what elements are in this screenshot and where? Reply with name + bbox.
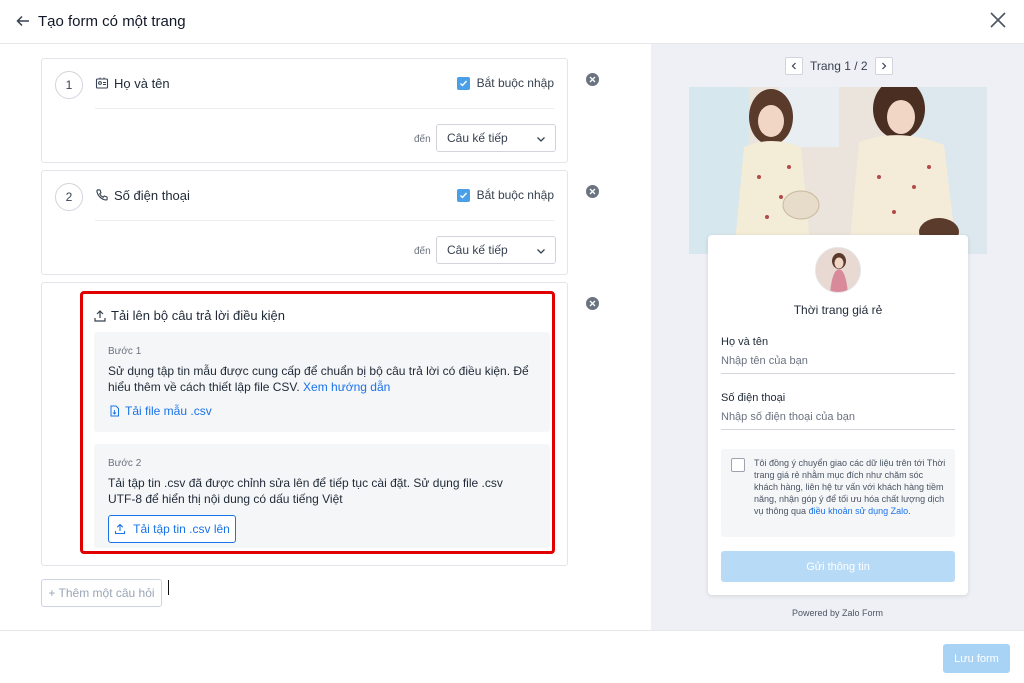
checkbox-checked[interactable] — [456, 76, 470, 90]
step-1-text: Sử dụng tập tin mẫu được cung cấp để chu… — [108, 364, 529, 394]
chevron-left-icon — [791, 62, 796, 70]
name-field[interactable]: Nhập tên của bạn — [721, 355, 955, 374]
field-label-name: Họ và tên — [721, 336, 769, 348]
close-icon — [589, 76, 596, 83]
goto-value: Câu kế tiếp — [447, 131, 508, 145]
upload-icon — [94, 310, 106, 322]
question-number: 1 — [55, 71, 83, 99]
goto-label: đến — [414, 246, 431, 257]
required-label: Bắt buộc nhập — [476, 76, 554, 90]
close-icon — [589, 188, 596, 195]
back-button[interactable] — [14, 12, 32, 30]
powered-by-label: Powered by Zalo Form — [791, 608, 884, 618]
preview-form-card: Thời trang giá rẻ Họ và tên Nhập tên của… — [708, 235, 968, 595]
remove-upload-button[interactable] — [586, 297, 599, 310]
file-icon — [110, 405, 119, 417]
save-form-button[interactable]: Lưu form — [943, 644, 1010, 673]
step-2-panel: Bước 2 Tải tập tin .csv đã được chỉnh sử… — [94, 444, 550, 548]
consent-text: Tôi đồng ý chuyển giao các dữ liệu trên … — [754, 458, 946, 516]
step-1-label: Bước 1 — [108, 346, 142, 357]
required-label: Bắt buộc nhập — [476, 188, 554, 202]
question-label: Số điện thoại — [114, 188, 190, 203]
chevron-down-icon — [537, 137, 545, 142]
close-icon — [589, 300, 596, 307]
remove-question-1-button[interactable] — [586, 73, 599, 86]
divider — [95, 108, 554, 109]
page-title: Tạo form có một trang — [38, 13, 186, 30]
divider — [95, 220, 554, 221]
guide-link[interactable]: Xem hướng dẫn — [303, 380, 390, 394]
goto-select[interactable]: Câu kế tiếp — [436, 236, 556, 264]
goto-select[interactable]: Câu kế tiếp — [436, 124, 556, 152]
question-card-1: 1 Họ và tên Bắt buộc nhập đến Câu kế tiế… — [41, 58, 568, 163]
zalo-terms-link[interactable]: điều khoản sử dụng Zalo — [809, 506, 909, 516]
page-navigator: Trang 1 / 2 — [785, 57, 893, 75]
upload-icon — [115, 523, 126, 535]
phone-icon — [96, 189, 108, 201]
goto-label: đến — [414, 134, 431, 145]
avatar — [815, 247, 861, 293]
required-toggle[interactable]: Bắt buộc nhập — [456, 188, 554, 202]
remove-question-2-button[interactable] — [586, 185, 599, 198]
form-editor-pane: 1 Họ và tên Bắt buộc nhập đến Câu kế tiế… — [0, 44, 651, 630]
upload-title: Tải lên bộ câu trả lời điều kiện — [111, 308, 286, 323]
page-indicator: Trang 1 / 2 — [810, 59, 868, 73]
header-bar: Tạo form có một trang — [0, 0, 1024, 44]
upload-highlight-box: Tải lên bộ câu trả lời điều kiện Bước 1 … — [80, 291, 555, 554]
id-card-icon — [95, 77, 109, 89]
field-label-phone: Số điện thoại — [721, 392, 786, 404]
shop-name: Thời trang giá rẻ — [793, 303, 883, 317]
step-1-panel: Bước 1 Sử dụng tập tin mẫu được cung cấp… — [94, 332, 550, 432]
next-page-button[interactable] — [874, 57, 893, 75]
goto-value: Câu kế tiếp — [447, 243, 508, 257]
question-card-2: 2 Số điện thoại Bắt buộc nhập đến Câu kế… — [41, 170, 568, 275]
download-template-link[interactable]: Tải file mẫu .csv — [109, 404, 212, 418]
close-button[interactable] — [988, 10, 1008, 30]
phone-field[interactable]: Nhập số điện thoại của bạn — [721, 411, 955, 430]
footer-bar: Lưu form — [0, 630, 1024, 683]
submit-button[interactable]: Gửi thông tin — [721, 551, 955, 582]
text-cursor — [168, 580, 169, 595]
add-question-button[interactable]: + Thêm một câu hỏi — [41, 579, 162, 607]
chevron-down-icon — [537, 249, 545, 254]
form-preview-pane: Trang 1 / 2 Thời trang giá rẻ Họ và tên … — [651, 44, 1024, 630]
consent-box: Tôi đồng ý chuyển giao các dữ liệu trên … — [721, 449, 955, 537]
fashion-photo-image — [689, 87, 987, 254]
close-icon — [990, 12, 1006, 28]
question-label: Họ và tên — [114, 76, 170, 91]
cover-image — [689, 87, 987, 254]
arrow-left-icon — [16, 15, 29, 27]
prev-page-button[interactable] — [785, 57, 803, 75]
chevron-right-icon — [881, 62, 886, 70]
consent-checkbox[interactable] — [731, 458, 745, 472]
step-2-text: Tải tập tin .csv đã được chỉnh sửa lên đ… — [108, 476, 503, 506]
required-toggle[interactable]: Bắt buộc nhập — [456, 76, 554, 90]
checkbox-checked[interactable] — [456, 188, 470, 202]
step-2-label: Bước 2 — [108, 458, 142, 469]
question-number: 2 — [55, 183, 83, 211]
upload-csv-button[interactable]: Tải tập tin .csv lên — [108, 515, 236, 543]
